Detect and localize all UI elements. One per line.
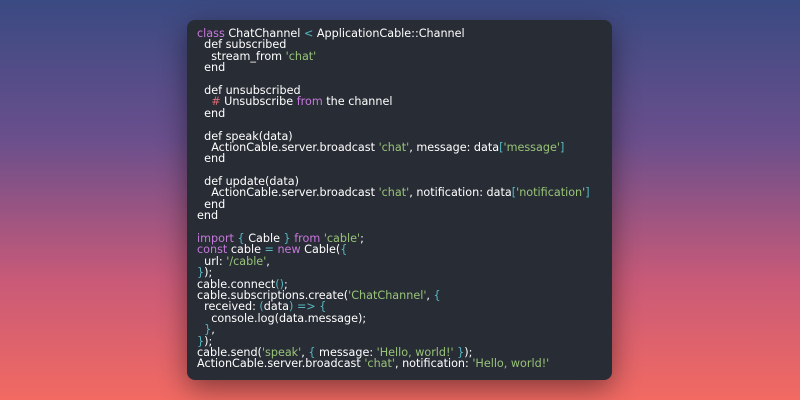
code-token: ] — [585, 186, 590, 200]
code-token: end — [197, 106, 226, 120]
code-line: url: '/cable', — [197, 256, 602, 267]
code-token: { — [340, 243, 348, 257]
code-token: , message: data — [409, 140, 500, 154]
code-token: { — [433, 288, 441, 302]
code-token: 'chat' — [378, 186, 410, 200]
code-token: end — [197, 61, 226, 75]
code-token: , notification: — [394, 357, 473, 371]
code-token: ActionCable.server.broadcast — [197, 357, 365, 371]
code-token: ; — [360, 232, 364, 246]
code-token: the channel — [322, 95, 393, 109]
code-token: Unsubscribe — [224, 95, 297, 109]
code-block: class ChatChannel < ApplicationCable::Ch… — [197, 28, 602, 370]
code-line: ActionCable.server.broadcast 'chat', mes… — [197, 142, 602, 153]
code-token: new — [277, 243, 301, 257]
code-line: ActionCable.server.broadcast 'chat', not… — [197, 358, 602, 369]
code-token: 'chat' — [364, 357, 395, 371]
code-line: end — [197, 153, 602, 164]
code-token: , notification: data — [409, 186, 512, 200]
code-line: end — [197, 199, 602, 210]
code-line: }, — [197, 324, 602, 335]
code-token: console.log(data.message); — [197, 311, 367, 325]
code-token: 'ChatChannel' — [348, 288, 427, 302]
code-token: ] — [559, 140, 565, 154]
code-token: 'notification' — [516, 186, 586, 200]
code-token: , — [426, 288, 434, 302]
code-line: end — [197, 108, 602, 119]
code-token: end — [197, 152, 226, 166]
code-line: end — [197, 210, 602, 221]
code-token: '/cable' — [226, 254, 267, 268]
code-window: class ChatChannel < ApplicationCable::Ch… — [187, 20, 612, 380]
code-line: ActionCable.server.broadcast 'chat', not… — [197, 187, 602, 198]
code-token: , — [266, 254, 270, 268]
code-line: console.log(data.message); — [197, 313, 602, 324]
code-line: end — [197, 62, 602, 73]
code-token: 'Hello, world!' — [472, 357, 550, 371]
code-token: 'message' — [503, 140, 560, 154]
code-token: 'chat' — [378, 140, 410, 154]
code-line: # Unsubscribe from the channel — [197, 96, 602, 107]
code-token: < — [303, 27, 314, 40]
code-line: stream_from 'chat' — [197, 51, 602, 62]
code-token: 'chat' — [285, 49, 317, 63]
code-token: Cable( — [300, 243, 341, 257]
code-token: ApplicationCable::Channel — [313, 27, 465, 40]
code-token: from — [296, 95, 323, 109]
